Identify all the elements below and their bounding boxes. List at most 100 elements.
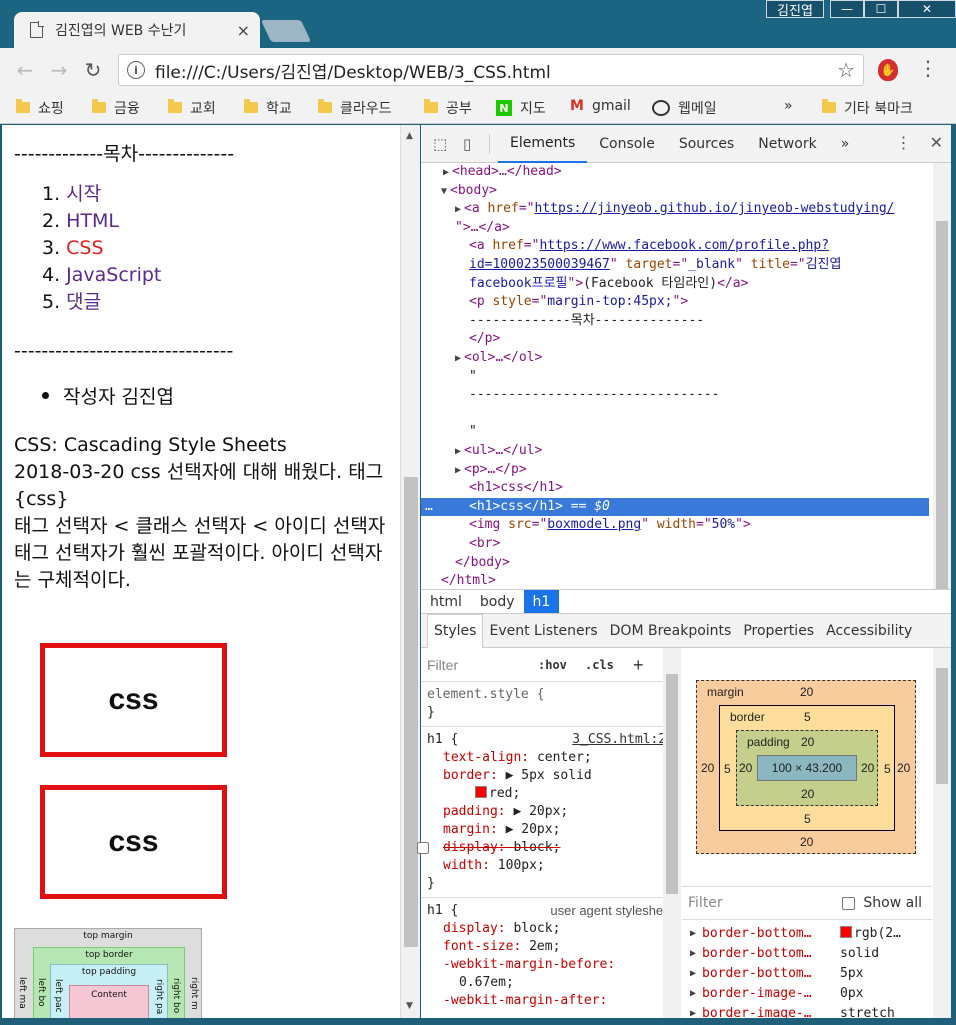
dom-node-a-facebook[interactable]: <a href="https://www.facebook.com/profil… [469, 237, 829, 256]
styles-scrollbar-thumb[interactable] [666, 674, 678, 894]
devtools-menu-icon[interactable]: ⋮ [896, 133, 912, 152]
dom-node-img[interactable]: <img src="boxmodel.png" width="50%"> [469, 516, 751, 535]
box-model-margin[interactable]: margin 20 20 20 20 border 5 5 5 5 paddin… [696, 680, 916, 854]
toc-link-css[interactable]: CSS [66, 237, 103, 259]
breadcrumb-body[interactable]: body [471, 590, 524, 613]
expand-triangle-icon[interactable]: ▶ [455, 446, 461, 457]
css-property[interactable]: font-size: 2em; [427, 938, 674, 956]
box-model-border[interactable]: border 5 5 5 5 padding 20 20 20 20 100 ×… [719, 705, 895, 831]
bookmarks-overflow-button[interactable]: » [784, 98, 793, 114]
toc-link-start[interactable]: 시작 [66, 183, 101, 205]
browser-menu-icon[interactable]: ⋮ [918, 56, 938, 80]
address-bar[interactable]: i file:///C:/Users/김진엽/Desktop/WEB/3_CSS… [118, 54, 864, 86]
hov-toggle[interactable]: :hov [538, 656, 567, 674]
border-bottom-value[interactable]: 5 [804, 812, 811, 826]
bookmark-school[interactable]: 학교 [244, 98, 292, 118]
bookmark-shopping[interactable]: 쇼핑 [16, 98, 64, 118]
device-toolbar-icon[interactable]: ▯ [463, 135, 481, 153]
rule-source-link[interactable]: 3_CSS.html:23 [572, 731, 674, 749]
bookmark-church[interactable]: 교회 [168, 98, 216, 118]
devtools-close-icon[interactable]: ✕ [930, 133, 943, 152]
page-scrollbar[interactable]: ▲ ▼ [400, 125, 420, 1018]
info-icon[interactable]: i [127, 61, 145, 79]
dom-node-h1[interactable]: <h1>css</h1> [469, 479, 563, 498]
css-property[interactable]: -webkit-margin-after: [427, 992, 674, 1010]
expand-triangle-icon[interactable]: ▶ [455, 353, 461, 364]
dom-scrollbar-thumb[interactable] [936, 221, 948, 589]
computed-property-row[interactable]: ▶ border-bottom… 5px [682, 964, 932, 984]
checkbox-icon[interactable] [842, 896, 856, 910]
css-property[interactable]: text-align: center; [427, 749, 674, 767]
dom-node-br[interactable]: <br> [469, 535, 500, 554]
border-top-value[interactable]: 5 [804, 710, 811, 724]
toc-link-javascript[interactable]: JavaScript [66, 264, 161, 286]
computed-scrollbar-thumb[interactable] [936, 668, 948, 784]
computed-property-row[interactable]: ▶ border-image-… 0px [682, 984, 932, 1004]
dom-scrollbar[interactable] [933, 163, 951, 589]
padding-bottom-value[interactable]: 20 [801, 787, 814, 801]
bookmark-finance[interactable]: 금융 [92, 98, 140, 118]
css-property[interactable]: -webkit-margin-before: [427, 956, 674, 974]
element-style-rule[interactable]: element.style { } [421, 682, 680, 727]
forward-button[interactable]: → [42, 58, 76, 82]
margin-right-value[interactable]: 20 [897, 761, 910, 775]
browser-tab[interactable]: 김진엽의 WEB 수난기 × [14, 12, 260, 48]
styles-filter[interactable]: Filter :hov .cls + [421, 648, 680, 682]
computed-property-row[interactable]: ▶ border-bottom… rgb(2… [682, 924, 932, 944]
dom-node-p[interactable]: <p style="margin-top:45px;"> [469, 293, 688, 312]
inspect-element-icon[interactable]: ⬚ [433, 135, 451, 153]
tab-console[interactable]: Console [587, 125, 667, 163]
expand-triangle-icon[interactable]: ▶ [690, 924, 696, 944]
margin-left-value[interactable]: 20 [701, 761, 714, 775]
adblock-extension-icon[interactable]: ✋ [878, 59, 898, 81]
computed-filter-input[interactable]: Filter [688, 895, 723, 911]
computed-scrollbar[interactable] [933, 648, 951, 1018]
css-property[interactable]: display: block; [427, 920, 674, 938]
computed-property-row[interactable]: ▶ border-bottom… solid [682, 944, 932, 964]
expand-triangle-icon[interactable]: ▶ [690, 964, 696, 984]
expand-triangle-icon[interactable]: ▶ [690, 984, 696, 1004]
scroll-down-icon[interactable]: ▼ [406, 1001, 413, 1011]
box-model-content[interactable]: 100 × 43.200 [757, 755, 857, 781]
bookmark-study[interactable]: 공부 [424, 98, 472, 118]
bookmark-map[interactable]: N 지도 [496, 98, 546, 118]
expand-triangle-icon[interactable]: ▶ [690, 944, 696, 964]
tab-elements[interactable]: Elements [498, 125, 588, 163]
dom-node-a-github[interactable]: ▶ <a href="https://jinyeob.github.io/jiny… [455, 200, 895, 220]
bookmark-webmail[interactable]: 웹메일 [652, 98, 717, 118]
dom-node-p2[interactable]: ▶ <p>…</p> [455, 461, 527, 481]
computed-filter[interactable]: Filter Show all [682, 886, 932, 920]
property-checkbox[interactable] [417, 842, 429, 854]
styles-scrollbar[interactable] [663, 648, 681, 1018]
subtab-properties[interactable]: Properties [737, 614, 820, 648]
back-button[interactable]: ← [8, 58, 42, 82]
maximize-button[interactable]: ☐ [864, 0, 898, 18]
subtab-event-listeners[interactable]: Event Listeners [483, 614, 603, 648]
dom-node-ol[interactable]: ▶ <ol>…</ol> [455, 349, 542, 369]
tab-close-icon[interactable]: × [237, 21, 250, 40]
add-rule-icon[interactable]: + [633, 656, 644, 674]
box-model-padding[interactable]: padding 20 20 20 20 100 × 43.200 [736, 730, 878, 806]
color-swatch[interactable] [840, 926, 852, 938]
padding-right-value[interactable]: 20 [861, 761, 874, 775]
tab-network[interactable]: Network [746, 125, 828, 163]
bookmark-cloud[interactable]: 클라우드 [318, 98, 392, 118]
css-property[interactable]: width: 100px; [427, 857, 674, 875]
new-tab-button[interactable] [260, 20, 312, 42]
expand-triangle-icon[interactable]: ▶ [455, 204, 461, 215]
border-left-value[interactable]: 5 [724, 762, 731, 776]
close-window-button[interactable]: ✕ [898, 0, 956, 18]
dom-node-ul[interactable]: ▶ <ul>…</ul> [455, 442, 542, 462]
css-rule-h1[interactable]: h1 { 3_CSS.html:23 text-align: center; b… [417, 727, 680, 898]
bookmark-gmail[interactable]: Mgmail [570, 98, 631, 114]
minimize-button[interactable]: — [830, 0, 864, 18]
collapse-triangle-icon[interactable]: ▼ [441, 186, 447, 197]
profile-button[interactable]: 김진엽 [766, 0, 824, 19]
padding-top-value[interactable]: 20 [801, 735, 814, 749]
show-all-checkbox[interactable]: Show all [842, 895, 922, 911]
border-right-value[interactable]: 5 [884, 762, 891, 776]
url-text[interactable]: file:///C:/Users/김진엽/Desktop/WEB/3_CSS.h… [155, 58, 551, 83]
css-property[interactable]: border: ▶ 5px solid [427, 767, 674, 785]
margin-bottom-value[interactable]: 20 [800, 835, 813, 849]
subtab-dom-breakpoints[interactable]: DOM Breakpoints [604, 614, 738, 648]
